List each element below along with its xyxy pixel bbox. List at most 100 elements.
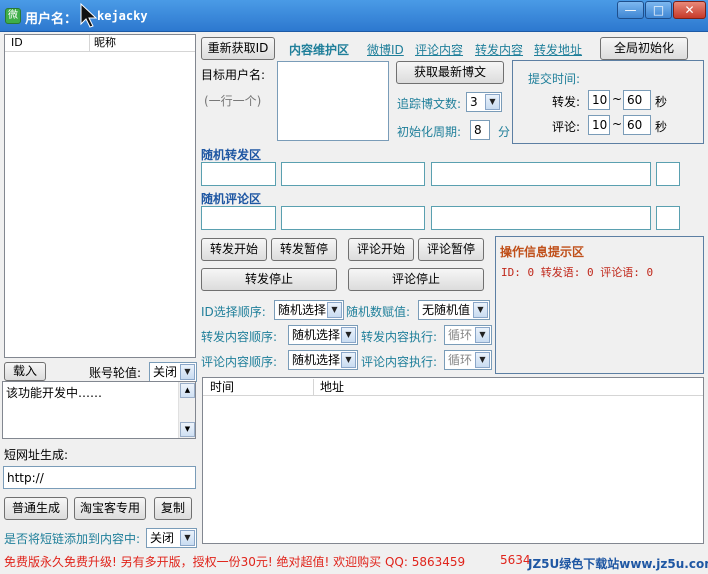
add-short-link-value: 关闭 [150,531,175,545]
random-value-label: 随机数赋值: [346,305,411,319]
chevron-down-icon: ▼ [485,94,500,110]
window-title-label: 用户名： [25,12,78,27]
repost-address-link[interactable]: 转发地址 [534,41,582,58]
repost-tilde: ~ [612,92,623,106]
comment-exec-label: 评论内容执行: [361,355,438,369]
window-title-username: kejacky [97,9,148,23]
track-count-select[interactable]: 3 ▼ [466,92,502,112]
normal-generate-button[interactable]: 普通生成 [4,497,68,520]
fetch-latest-posts-button[interactable]: 获取最新博文 [396,61,504,84]
weibo-id-link[interactable]: 微博ID [367,41,404,58]
comment-order-select[interactable]: 随机选择 ▼ [288,350,358,370]
address-column-header[interactable]: 地址 [313,379,344,395]
repost-interval-to-input[interactable]: 60 [623,90,651,110]
target-user-label: 目标用户名: [201,68,266,82]
target-user-textarea[interactable] [277,61,389,141]
site-watermark: JZ5U绿色下载站www.jz5u.com [528,557,708,571]
comment-exec-select[interactable]: 循环 ▼ [444,350,492,370]
id-order-value: 随机选择 [278,303,327,317]
short-url-value: http:// [7,471,44,485]
random-comment-box-2[interactable] [281,206,425,230]
comment-start-button[interactable]: 评论开始 [348,238,414,261]
maintenance-title: 内容维护区 [289,43,350,57]
comment-content-link[interactable]: 评论内容 [415,41,463,58]
init-period-label: 初始化周期: [397,125,462,139]
random-value-select[interactable]: 无随机值 ▼ [418,300,490,320]
random-comment-box-3[interactable] [431,206,651,230]
chevron-down-icon: ▼ [341,327,356,343]
comment-order-label: 评论内容顺序: [201,355,278,369]
minimize-button[interactable]: — [617,1,644,19]
account-rotation-select[interactable]: 关闭 ▼ [149,362,197,382]
track-count-label: 追踪博文数: [397,97,462,111]
repost-order-label: 转发内容顺序: [201,330,278,344]
close-button[interactable]: ✕ [673,1,706,19]
log-list-header: 时间 地址 [203,378,703,396]
random-repost-title: 随机转发区 [201,148,262,162]
comment-exec-value: 循环 [448,353,473,367]
dev-message-textarea[interactable]: 该功能开发中…… ▲ ▼ [2,381,196,439]
log-list[interactable]: 时间 地址 [202,377,704,544]
maximize-button[interactable]: □ [645,1,672,19]
random-repost-box-1[interactable] [201,162,276,186]
random-repost-box-4[interactable] [656,162,680,186]
repost-order-value: 随机选择 [292,328,341,342]
comment-pause-button[interactable]: 评论暂停 [418,238,484,261]
account-rotation-label: 账号轮值: [89,366,142,380]
id-order-select[interactable]: 随机选择 ▼ [274,300,344,320]
random-comment-box-4[interactable] [656,206,680,230]
submit-repost-label: 转发: [552,95,581,109]
random-repost-box-3[interactable] [431,162,651,186]
comment-unit: 秒 [655,120,668,134]
chevron-down-icon: ▼ [475,352,490,368]
repost-exec-select[interactable]: 循环 ▼ [444,325,492,345]
chevron-down-icon: ▼ [473,302,488,318]
add-short-link-label: 是否将短链添加到内容中: [4,532,141,546]
account-rotation-value: 关闭 [153,365,178,379]
init-period-input[interactable]: 8 [470,120,490,140]
random-value-value: 无随机值 [422,303,471,317]
repost-start-button[interactable]: 转发开始 [201,238,267,261]
id-list[interactable]: ID 昵称 [4,34,196,358]
repost-stop-button[interactable]: 转发停止 [201,268,337,291]
chevron-down-icon: ▼ [180,530,195,546]
dev-textarea-scrollbar[interactable]: ▲ ▼ [178,382,195,438]
scroll-up-icon[interactable]: ▲ [180,383,195,398]
submit-comment-label: 评论: [552,120,581,134]
random-repost-box-2[interactable] [281,162,425,186]
comment-stop-button[interactable]: 评论停止 [348,268,484,291]
init-period-unit: 分 [498,125,511,139]
refresh-id-button[interactable]: 重新获取ID [201,37,275,60]
short-url-label: 短网址生成: [4,448,69,462]
comment-tilde: ~ [612,117,623,131]
time-column-header[interactable]: 时间 [210,379,234,395]
chevron-down-icon: ▼ [341,352,356,368]
add-short-link-select[interactable]: 关闭 ▼ [146,528,197,548]
info-panel-text: ID: 0 转发语: 0 评论语: 0 [501,266,654,279]
dev-message-text: 该功能开发中…… [6,386,103,400]
chevron-down-icon: ▼ [180,364,195,380]
load-button[interactable]: 载入 [4,362,46,381]
repost-unit: 秒 [655,95,668,109]
qq-fragment: 5634 [500,553,531,567]
comment-interval-from-input[interactable]: 10 [588,115,610,135]
chevron-down-icon: ▼ [475,327,490,343]
repost-order-select[interactable]: 随机选择 ▼ [288,325,358,345]
nickname-column-header[interactable]: 昵称 [89,35,116,51]
short-url-input[interactable]: http:// [3,466,196,489]
track-count-value: 3 [470,95,478,109]
scroll-down-icon[interactable]: ▼ [180,422,195,437]
id-column-header[interactable]: ID [11,35,23,51]
comment-interval-to-input[interactable]: 60 [623,115,651,135]
id-order-label: ID选择顺序: [201,305,266,319]
comment-order-value: 随机选择 [292,353,341,367]
promo-text: 免费版永久免费升级! 另有多开版，授权一份30元! 绝对超值! 欢迎购买 QQ:… [4,555,466,569]
target-user-hint: (一行一个) [204,94,262,108]
repost-interval-from-input[interactable]: 10 [588,90,610,110]
repost-content-link[interactable]: 转发内容 [475,41,523,58]
taobao-generate-button[interactable]: 淘宝客专用 [74,497,146,520]
copy-button[interactable]: 复制 [154,497,192,520]
repost-pause-button[interactable]: 转发暂停 [271,238,337,261]
random-comment-box-1[interactable] [201,206,276,230]
global-init-button[interactable]: 全局初始化 [600,37,688,60]
